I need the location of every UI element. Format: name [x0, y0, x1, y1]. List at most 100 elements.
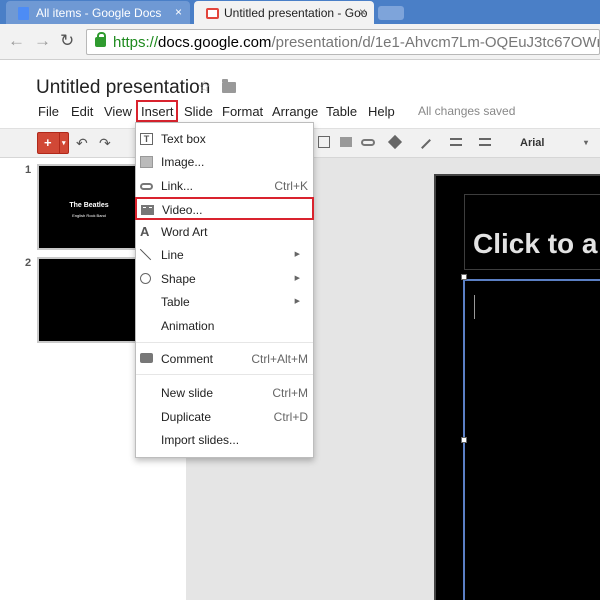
- resize-handle[interactable]: [461, 437, 467, 443]
- image-icon[interactable]: [340, 137, 352, 147]
- word-art-icon: A: [140, 224, 150, 239]
- menu-item-import-slides[interactable]: Import slides...: [136, 429, 313, 451]
- chevron-down-icon: ▾: [583, 138, 588, 147]
- menu-item-line[interactable]: Line ▶: [136, 244, 313, 266]
- comment-icon: [140, 353, 153, 363]
- forward-icon[interactable]: →: [34, 31, 51, 51]
- menu-slide[interactable]: Slide: [184, 104, 213, 119]
- fill-color-icon[interactable]: [387, 134, 403, 150]
- url-path: /presentation/d/1e1-Ahvcm7Lm-OQEuJ3tc67O…: [271, 34, 599, 51]
- tab-untitled-presentation[interactable]: Untitled presentation - Goo ×: [194, 1, 374, 24]
- menu-item-label: Shape: [161, 272, 196, 286]
- text-cursor: [474, 295, 475, 319]
- menu-item-animation[interactable]: Animation: [136, 315, 313, 337]
- menu-arrange[interactable]: Arrange: [272, 104, 318, 119]
- video-icon: [141, 205, 154, 215]
- menu-format[interactable]: Format: [222, 104, 263, 119]
- menu-divider: [136, 374, 313, 375]
- menu-item-label: Table: [161, 295, 190, 309]
- new-tab-button[interactable]: [378, 6, 404, 20]
- menu-item-label: New slide: [161, 386, 214, 400]
- line-dash-icon[interactable]: [479, 138, 491, 146]
- google-slides-icon: [206, 8, 219, 19]
- menu-item-word-art[interactable]: A Word Art: [136, 221, 313, 243]
- browser-toolbar: ← → ↻ https://docs.google.com/presentati…: [0, 24, 600, 60]
- back-icon[interactable]: ←: [8, 31, 25, 51]
- menu-item-shape[interactable]: Shape ▶: [136, 268, 313, 290]
- submenu-arrow-icon: ▶: [294, 251, 300, 258]
- menu-view[interactable]: View: [104, 104, 132, 119]
- menu-item-new-slide[interactable]: New slide Ctrl+M: [136, 382, 313, 404]
- plus-icon: +: [44, 135, 52, 150]
- thumbnail-title: The Beatles: [69, 202, 109, 209]
- menu-table[interactable]: Table: [326, 104, 357, 119]
- redo-icon[interactable]: ↷: [99, 135, 111, 152]
- star-icon[interactable]: ☆: [197, 77, 211, 97]
- line-icon: [139, 248, 152, 261]
- pen-icon[interactable]: [421, 139, 431, 149]
- menu-insert[interactable]: Insert: [136, 100, 178, 122]
- menu-item-duplicate[interactable]: Duplicate Ctrl+D: [136, 406, 313, 428]
- menu-help[interactable]: Help: [368, 104, 395, 119]
- menu-item-label: Duplicate: [161, 410, 212, 424]
- tab-title: Untitled presentation - Goo: [224, 6, 368, 20]
- menu-item-label: Text box: [161, 132, 206, 146]
- document-title[interactable]: Untitled presentation: [36, 77, 210, 99]
- menu-item-label: Import slides...: [161, 433, 240, 447]
- save-status: All changes saved: [418, 104, 516, 118]
- menu-divider: [136, 342, 313, 343]
- menu-item-label: Word Art: [161, 225, 208, 239]
- close-icon[interactable]: ×: [359, 5, 366, 19]
- reload-icon[interactable]: ↻: [60, 31, 74, 51]
- menu-item-label: Comment: [161, 352, 214, 366]
- button-divider: [59, 133, 60, 153]
- body-textbox-selected[interactable]: [463, 279, 600, 600]
- menu-file[interactable]: File: [38, 104, 59, 119]
- font-family-select[interactable]: Arial ▾: [516, 134, 592, 154]
- close-icon[interactable]: ×: [175, 5, 182, 19]
- resize-handle[interactable]: [461, 274, 467, 280]
- slide-thumbnail-2[interactable]: [37, 257, 141, 343]
- submenu-arrow-icon: ▶: [294, 298, 300, 305]
- menu-item-text-box[interactable]: T Text box: [136, 128, 313, 150]
- menu-item-video[interactable]: Video...: [135, 197, 314, 220]
- slide-number: 2: [25, 257, 32, 269]
- insert-menu-dropdown: T Text box Image... Link... Ctrl+K Video…: [135, 122, 314, 458]
- google-docs-icon: [18, 7, 29, 20]
- menu-item-link[interactable]: Link... Ctrl+K: [136, 175, 313, 197]
- tab-all-items[interactable]: All items - Google Docs ×: [6, 1, 190, 24]
- link-icon[interactable]: [361, 139, 375, 146]
- font-family-value: Arial: [520, 137, 545, 149]
- address-bar[interactable]: https://docs.google.com/presentation/d/1…: [86, 29, 600, 55]
- browser-tabstrip: All items - Google Docs × Untitled prese…: [0, 0, 600, 24]
- title-placeholder[interactable]: Click to a: [464, 194, 600, 270]
- new-slide-button[interactable]: + ▾: [37, 132, 69, 154]
- menu-item-comment[interactable]: Comment Ctrl+Alt+M: [136, 348, 313, 370]
- thumbnail-subtitle: English Rock Band: [72, 213, 106, 218]
- text-box-icon[interactable]: [318, 136, 330, 148]
- menu-bar: File Edit View Insert Slide Format Arran…: [0, 100, 600, 122]
- text-box-icon: T: [140, 133, 153, 145]
- menu-item-image[interactable]: Image...: [136, 151, 313, 173]
- shape-icon: [140, 273, 151, 284]
- menu-edit[interactable]: Edit: [71, 104, 93, 119]
- menu-item-label: Line: [161, 248, 184, 262]
- menu-item-label: Animation: [161, 319, 215, 333]
- menu-item-table[interactable]: Table ▶: [136, 291, 313, 313]
- folder-icon[interactable]: [222, 79, 236, 93]
- line-weight-icon[interactable]: [450, 138, 462, 146]
- menu-item-label: Image...: [161, 155, 205, 169]
- link-icon: [140, 183, 153, 190]
- chevron-down-icon[interactable]: ▾: [62, 139, 66, 147]
- slide-number: 1: [25, 164, 32, 176]
- slide-thumbnail-1[interactable]: The Beatles English Rock Band: [37, 164, 141, 250]
- undo-icon[interactable]: ↶: [76, 135, 88, 152]
- lock-icon: [95, 32, 106, 47]
- shortcut-hint: Ctrl+K: [274, 179, 308, 193]
- shortcut-hint: Ctrl+M: [272, 386, 308, 400]
- url-host: docs.google.com: [158, 34, 272, 51]
- current-slide[interactable]: Click to a: [434, 174, 600, 600]
- url-scheme: https://: [113, 34, 159, 51]
- submenu-arrow-icon: ▶: [294, 275, 300, 282]
- menu-item-label: Link...: [161, 179, 194, 193]
